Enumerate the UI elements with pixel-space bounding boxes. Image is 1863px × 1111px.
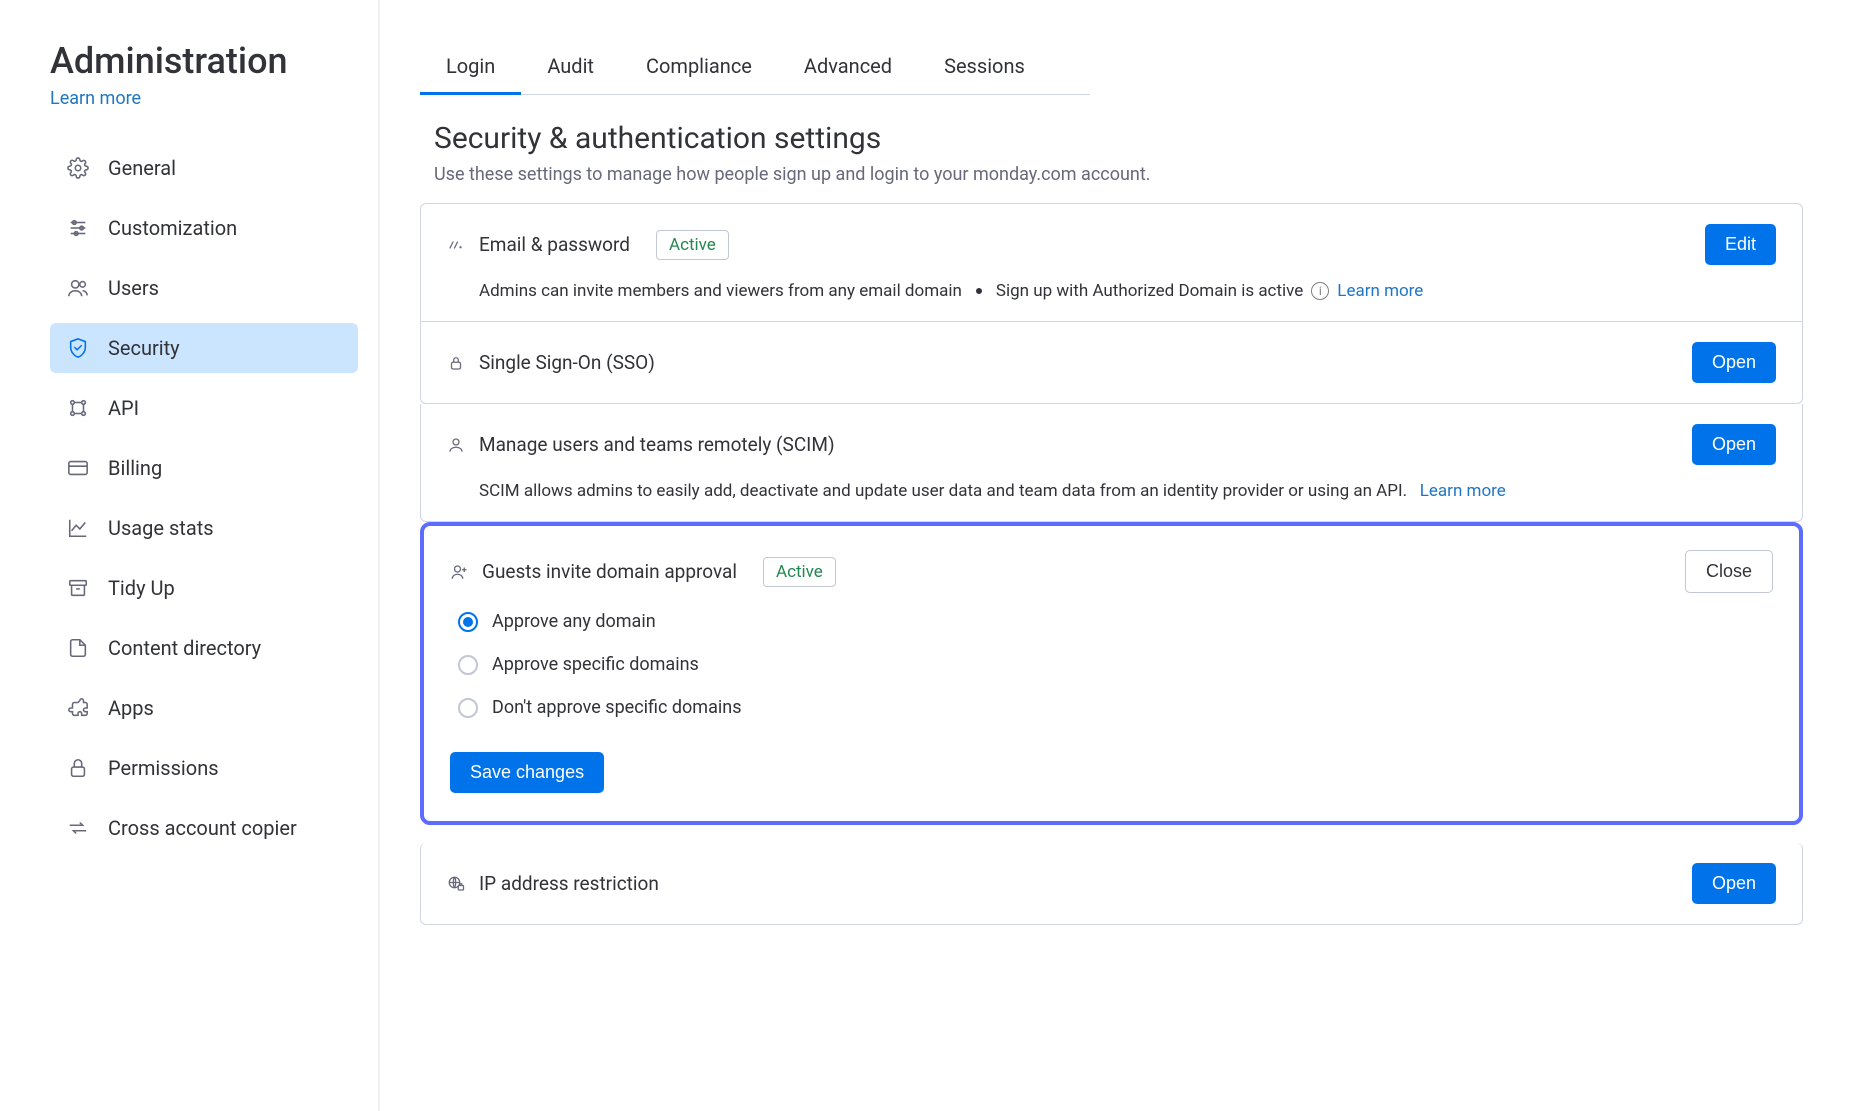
document-icon bbox=[66, 636, 90, 660]
tab-login[interactable]: Login bbox=[420, 40, 521, 94]
sidebar-item-label: Security bbox=[108, 336, 180, 360]
archive-icon bbox=[66, 576, 90, 600]
info-icon[interactable]: i bbox=[1311, 282, 1329, 300]
open-button[interactable]: Open bbox=[1692, 424, 1776, 465]
user-plus-icon bbox=[450, 562, 470, 582]
page-subtitle: Use these settings to manage how people … bbox=[420, 164, 1803, 185]
status-badge: Active bbox=[656, 230, 729, 260]
sidebar-learn-more-link[interactable]: Learn more bbox=[50, 88, 141, 109]
separator-dot bbox=[976, 288, 982, 294]
tab-compliance[interactable]: Compliance bbox=[620, 40, 778, 94]
sidebar-title: Administration bbox=[50, 40, 358, 82]
sidebar-item-label: Usage stats bbox=[108, 516, 214, 540]
radio-option-any-domain[interactable]: Approve any domain bbox=[458, 611, 1773, 632]
sidebar-item-content-directory[interactable]: Content directory bbox=[50, 623, 358, 673]
radio-indicator bbox=[458, 655, 478, 675]
card-description: Admins can invite members and viewers fr… bbox=[447, 281, 1776, 301]
radio-label: Approve specific domains bbox=[492, 654, 699, 675]
radio-label: Approve any domain bbox=[492, 611, 656, 632]
sidebar-item-label: Users bbox=[108, 276, 159, 300]
card-title: Manage users and teams remotely (SCIM) bbox=[479, 433, 835, 456]
tab-advanced[interactable]: Advanced bbox=[778, 40, 918, 94]
sidebar-item-label: Tidy Up bbox=[108, 576, 175, 600]
radio-option-specific-domains[interactable]: Approve specific domains bbox=[458, 654, 1773, 675]
gear-icon bbox=[66, 156, 90, 180]
card-description: SCIM allows admins to easily add, deacti… bbox=[479, 481, 1407, 501]
tabs: Login Audit Compliance Advanced Sessions bbox=[420, 40, 1090, 95]
card-title: Email & password bbox=[479, 233, 630, 256]
radio-indicator bbox=[458, 612, 478, 632]
shield-icon bbox=[66, 336, 90, 360]
sidebar-item-cross-account-copier[interactable]: Cross account copier bbox=[50, 803, 358, 853]
sidebar-item-label: Permissions bbox=[108, 756, 219, 780]
status-badge: Active bbox=[763, 557, 836, 587]
card-guests-invite: Guests invite domain approval Active Clo… bbox=[420, 522, 1803, 825]
sidebar-item-label: General bbox=[108, 156, 176, 180]
sidebar-item-security[interactable]: Security bbox=[50, 323, 358, 373]
desc-text: Sign up with Authorized Domain is active bbox=[996, 281, 1303, 301]
sidebar-item-users[interactable]: Users bbox=[50, 263, 358, 313]
card-scim: Manage users and teams remotely (SCIM) O… bbox=[420, 404, 1803, 522]
sidebar: Administration Learn more General Custom… bbox=[0, 0, 380, 1111]
save-changes-button[interactable]: Save changes bbox=[450, 752, 604, 793]
tab-audit[interactable]: Audit bbox=[521, 40, 620, 94]
radio-label: Don't approve specific domains bbox=[492, 697, 742, 718]
sidebar-item-customization[interactable]: Customization bbox=[50, 203, 358, 253]
sidebar-item-label: Apps bbox=[108, 696, 154, 720]
radio-option-dont-approve[interactable]: Don't approve specific domains bbox=[458, 697, 1773, 718]
sidebar-item-billing[interactable]: Billing bbox=[50, 443, 358, 493]
sidebar-item-label: Content directory bbox=[108, 636, 261, 660]
sidebar-item-general[interactable]: General bbox=[50, 143, 358, 193]
tab-sessions[interactable]: Sessions bbox=[918, 40, 1051, 94]
sliders-icon bbox=[66, 216, 90, 240]
card-sso: Single Sign-On (SSO) Open bbox=[420, 322, 1803, 404]
main-content: Login Audit Compliance Advanced Sessions… bbox=[380, 0, 1863, 1111]
transfer-icon bbox=[66, 816, 90, 840]
sidebar-item-label: Billing bbox=[108, 456, 162, 480]
chart-icon bbox=[66, 516, 90, 540]
card-ip-restriction: IP address restriction Open bbox=[420, 843, 1803, 925]
sidebar-item-label: API bbox=[108, 396, 139, 420]
puzzle-icon bbox=[66, 696, 90, 720]
sidebar-item-apps[interactable]: Apps bbox=[50, 683, 358, 733]
users-icon bbox=[66, 276, 90, 300]
sidebar-item-label: Customization bbox=[108, 216, 237, 240]
learn-more-link[interactable]: Learn more bbox=[1420, 481, 1506, 501]
learn-more-link[interactable]: Learn more bbox=[1337, 281, 1423, 301]
sidebar-item-api[interactable]: API bbox=[50, 383, 358, 433]
card-title: IP address restriction bbox=[479, 872, 659, 895]
page-title: Security & authentication settings bbox=[420, 121, 1803, 156]
close-button[interactable]: Close bbox=[1685, 550, 1773, 593]
sidebar-item-label: Cross account copier bbox=[108, 816, 297, 840]
card-email-password: Email & password Active Edit Admins can … bbox=[420, 203, 1803, 322]
lock-icon bbox=[66, 756, 90, 780]
edit-button[interactable]: Edit bbox=[1705, 224, 1776, 265]
globe-lock-icon bbox=[447, 874, 467, 894]
user-icon bbox=[447, 435, 467, 455]
monday-logo-icon bbox=[447, 235, 467, 255]
card-title: Guests invite domain approval bbox=[482, 560, 737, 583]
open-button[interactable]: Open bbox=[1692, 863, 1776, 904]
sidebar-item-usage-stats[interactable]: Usage stats bbox=[50, 503, 358, 553]
desc-text: Admins can invite members and viewers fr… bbox=[479, 281, 962, 301]
sidebar-item-permissions[interactable]: Permissions bbox=[50, 743, 358, 793]
credit-card-icon bbox=[66, 456, 90, 480]
radio-group: Approve any domain Approve specific doma… bbox=[450, 611, 1773, 718]
card-title: Single Sign-On (SSO) bbox=[479, 351, 655, 374]
open-button[interactable]: Open bbox=[1692, 342, 1776, 383]
lock-icon bbox=[447, 353, 467, 373]
sidebar-item-tidy-up[interactable]: Tidy Up bbox=[50, 563, 358, 613]
api-icon bbox=[66, 396, 90, 420]
radio-indicator bbox=[458, 698, 478, 718]
